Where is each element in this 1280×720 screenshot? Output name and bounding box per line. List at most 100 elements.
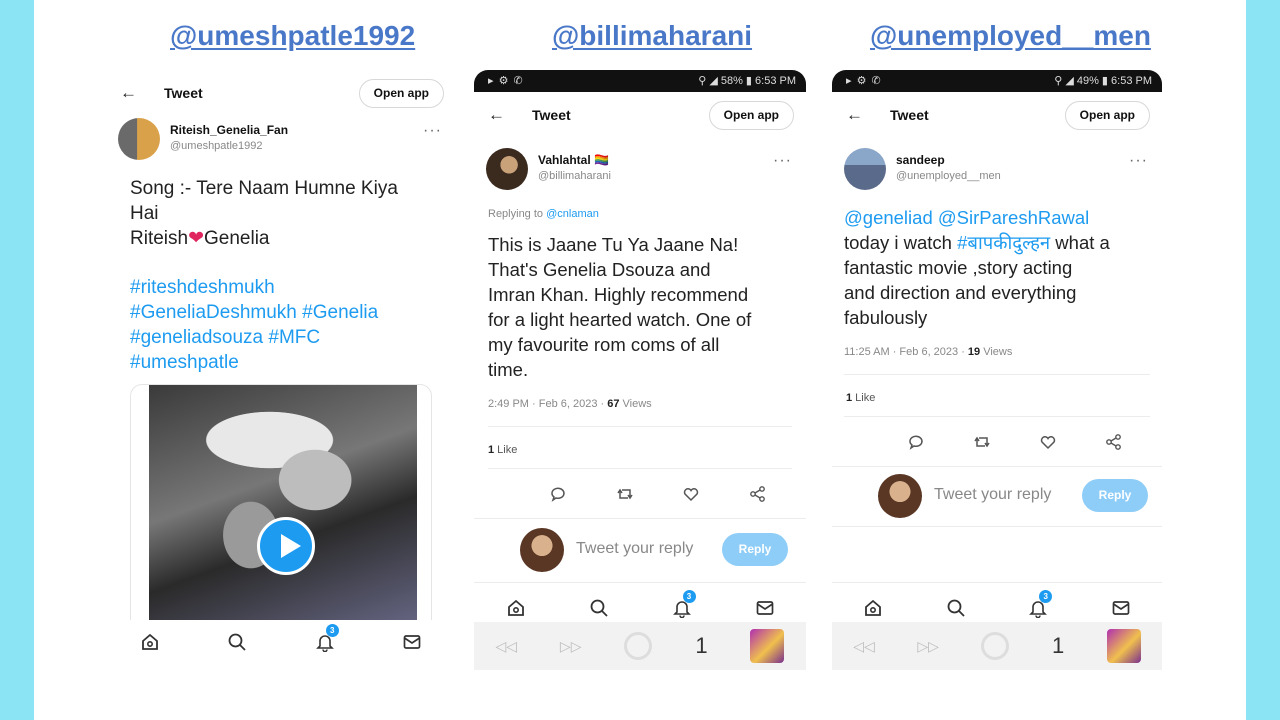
- hashtag-link[interactable]: #riteshdeshmukh: [130, 275, 450, 300]
- tweet-author[interactable]: Vahlahtal 🏳️‍🌈 @billimaharani ···: [486, 148, 794, 196]
- retweet-icon[interactable]: [970, 430, 994, 454]
- hashtag-link[interactable]: #GeneliaDeshmukh #Genelia: [130, 300, 450, 325]
- avatar[interactable]: [520, 528, 564, 572]
- views-count: 67: [607, 398, 620, 410]
- rewind-icon[interactable]: ◁◁: [495, 638, 517, 655]
- messages-icon[interactable]: [751, 594, 779, 622]
- handle-label-2[interactable]: @billimaharani: [552, 20, 752, 52]
- red-heart-icon: ❤: [188, 228, 204, 249]
- tweet-line: @geneliad @SirPareshRawal: [844, 205, 1160, 230]
- reply-input[interactable]: Tweet your reply: [934, 486, 1051, 504]
- views-label: Views: [619, 398, 652, 410]
- share-icon[interactable]: [1102, 430, 1126, 454]
- search-icon[interactable]: [223, 628, 251, 656]
- tweet-actions: [904, 430, 1126, 454]
- play-icon[interactable]: [257, 517, 315, 575]
- likes-label: Like: [852, 392, 876, 404]
- messages-icon[interactable]: [1107, 594, 1135, 622]
- home-icon[interactable]: [502, 594, 530, 622]
- back-arrow-icon[interactable]: ←: [488, 105, 505, 125]
- divider: [844, 374, 1150, 375]
- notifications-icon[interactable]: 3: [1024, 590, 1053, 622]
- more-options-icon[interactable]: ···: [423, 122, 442, 140]
- home-icon[interactable]: [859, 594, 887, 622]
- reply-input[interactable]: Tweet your reply: [576, 540, 693, 558]
- author-username[interactable]: @unemployed__men: [896, 170, 1001, 182]
- author-name[interactable]: sandeep: [896, 153, 945, 167]
- replying-handle[interactable]: @cnlaman: [546, 208, 599, 220]
- reply-composer: Tweet your reply Reply: [878, 474, 1148, 518]
- notification-badge: 3: [325, 624, 339, 637]
- more-options-icon[interactable]: ···: [773, 152, 792, 170]
- retweet-icon[interactable]: [613, 482, 637, 506]
- author-name[interactable]: Vahlahtal 🏳️‍🌈: [538, 153, 609, 167]
- video-thumbnail[interactable]: [130, 384, 432, 634]
- header-title: Tweet: [532, 107, 571, 123]
- tweet-line: and direction and everything: [844, 282, 1077, 303]
- avatar[interactable]: [844, 148, 886, 190]
- author-username[interactable]: @billimaharani: [538, 170, 611, 182]
- tweet-timestamp[interactable]: 2:49 PM · Feb 6, 2023 ·: [488, 398, 607, 410]
- author-username[interactable]: @umeshpatle1992: [170, 140, 263, 152]
- home-circle-icon[interactable]: [624, 632, 653, 660]
- mention-link[interactable]: @SirPareshRawal: [938, 207, 1089, 228]
- avatar[interactable]: [878, 474, 922, 518]
- open-app-button[interactable]: Open app: [708, 101, 794, 130]
- tweet-word: Riteish: [130, 228, 189, 249]
- tweet-text: This is Jaane Tu Ya Jaane Na! That's Gen…: [488, 232, 798, 382]
- tweet-author[interactable]: sandeep @unemployed__men ···: [844, 148, 1150, 196]
- profile-thumbnail[interactable]: [1106, 629, 1141, 663]
- tweet-timestamp[interactable]: 11:25 AM · Feb 6, 2023 ·: [844, 346, 968, 358]
- search-icon[interactable]: [942, 594, 970, 622]
- home-circle-icon[interactable]: [981, 632, 1010, 660]
- reply-icon[interactable]: [546, 482, 570, 506]
- notifications-icon[interactable]: 3: [311, 624, 339, 656]
- handle-label-3[interactable]: @unemployed__men: [870, 20, 1151, 52]
- share-icon[interactable]: [746, 482, 770, 506]
- home-icon[interactable]: [136, 628, 164, 656]
- hashtag-link[interactable]: #umeshpatle: [130, 350, 450, 375]
- like-icon[interactable]: [679, 482, 703, 506]
- hashtag-list: #riteshdeshmukh #GeneliaDeshmukh #Geneli…: [130, 275, 450, 375]
- tweet-author[interactable]: Riteish_Genelia_Fan @umeshpatle1992 ···: [118, 118, 444, 166]
- author-name[interactable]: Riteish_Genelia_Fan: [170, 123, 288, 137]
- notifications-icon[interactable]: 3: [668, 590, 696, 622]
- fast-forward-icon[interactable]: ▷▷: [560, 638, 582, 655]
- tab-count[interactable]: 1: [695, 633, 707, 659]
- tab-count[interactable]: 1: [1052, 633, 1064, 659]
- likes-count-row[interactable]: 1 Like: [846, 392, 875, 404]
- more-options-icon[interactable]: ···: [1129, 152, 1148, 170]
- search-icon[interactable]: [585, 594, 613, 622]
- tweet-meta: 2:49 PM · Feb 6, 2023 · 67 Views: [488, 398, 652, 410]
- notification-badge: 3: [682, 590, 696, 603]
- tweet-text: @geneliad @SirPareshRawal today i watch …: [844, 205, 1160, 330]
- hashtag-link[interactable]: #geneliadsouza #MFC: [130, 325, 450, 350]
- tweet-line: today i watch #बापकीदुल्हन what a: [844, 230, 1160, 255]
- rewind-icon[interactable]: ◁◁: [853, 638, 875, 655]
- reply-icon[interactable]: [904, 430, 928, 454]
- tweet-panel-3: ▸ ⚙ ✆ ⚲ ◢ 49% ▮ 6:53 PM ← Tweet Open app…: [832, 70, 1162, 670]
- divider: [844, 416, 1150, 417]
- tweet-word: what a: [1050, 232, 1110, 253]
- status-icons-left: ▸ ⚙ ✆: [846, 75, 882, 87]
- divider: [474, 518, 806, 519]
- back-arrow-icon[interactable]: ←: [846, 105, 863, 125]
- open-app-button[interactable]: Open app: [1064, 101, 1150, 130]
- profile-thumbnail[interactable]: [750, 629, 785, 663]
- tweet-meta: 11:25 AM · Feb 6, 2023 · 19 Views: [844, 346, 1012, 358]
- collage-board: @umeshpatle1992 @billimaharani @unemploy…: [34, 0, 1246, 720]
- back-arrow-icon[interactable]: ←: [120, 83, 137, 103]
- avatar[interactable]: [118, 118, 160, 160]
- messages-icon[interactable]: [398, 628, 426, 656]
- divider: [474, 582, 806, 583]
- reply-button[interactable]: Reply: [722, 533, 788, 566]
- mention-link[interactable]: @geneliad: [844, 207, 933, 228]
- like-icon[interactable]: [1036, 430, 1060, 454]
- reply-button[interactable]: Reply: [1082, 479, 1148, 512]
- hashtag-link[interactable]: #बापकीदुल्हन: [957, 232, 1050, 253]
- handle-label-1[interactable]: @umeshpatle1992: [170, 20, 415, 52]
- likes-count-row[interactable]: 1 Like: [488, 444, 517, 456]
- avatar[interactable]: [486, 148, 528, 190]
- fast-forward-icon[interactable]: ▷▷: [917, 638, 939, 655]
- open-app-button[interactable]: Open app: [358, 79, 444, 108]
